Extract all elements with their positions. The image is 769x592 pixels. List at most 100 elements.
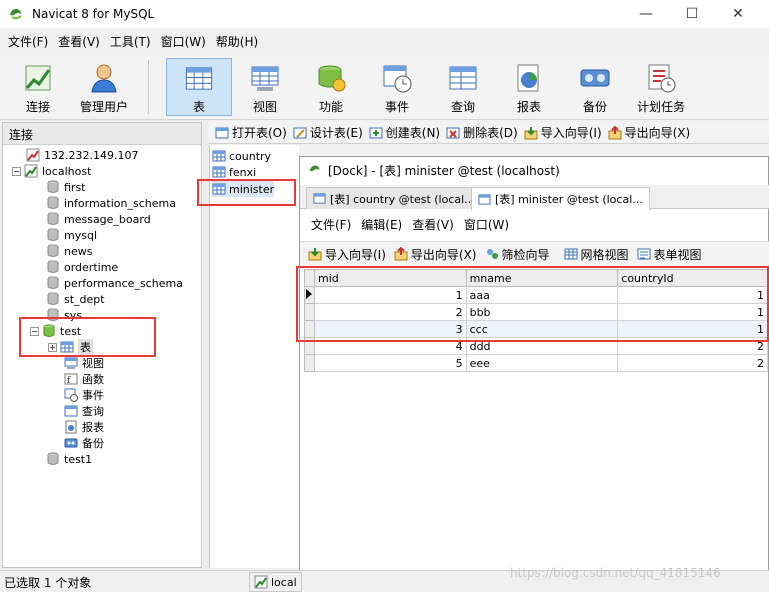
grid-view-button[interactable]: 网格视图 <box>564 246 629 263</box>
dock-tab-strip: [表] country @test (local... [表] minister… <box>300 185 769 210</box>
toolbar-backup-button[interactable]: 备份 <box>562 58 628 116</box>
tree-db-information-schema[interactable]: information_schema <box>46 195 176 211</box>
tree-server[interactable]: 132.232.149.107 <box>26 147 138 163</box>
tree-db-label: first <box>64 180 86 194</box>
toolbar-query-button[interactable]: 查询 <box>430 58 496 116</box>
tree-node-label: 备份 <box>82 437 104 450</box>
database-icon <box>47 180 59 193</box>
table-icon <box>185 67 213 90</box>
dock-menu-file[interactable]: 文件(F) <box>306 216 356 233</box>
toolbar-schedule-button[interactable]: 计划任务 <box>628 58 694 116</box>
tree-test-queries[interactable]: 查询 <box>64 403 104 419</box>
toolbar-query-label: 查询 <box>450 100 475 114</box>
tree-test-views[interactable]: 视图 <box>64 355 104 371</box>
tree-db-label: news <box>64 244 93 258</box>
cell-countryid[interactable]: 2 <box>617 354 768 372</box>
tab-minister[interactable]: [表] minister @test (local... <box>471 187 650 210</box>
navicat-logo-icon <box>309 165 320 172</box>
delete-table-button[interactable]: 删除表(D) <box>446 124 518 141</box>
create-table-button[interactable]: 创建表(N) <box>369 124 440 141</box>
dock-title: [Dock] - [表] minister @test (localhost) <box>328 163 560 178</box>
toolbar-users-button[interactable]: 管理用户 <box>71 58 137 116</box>
tree-node-label: 报表 <box>82 421 104 434</box>
grid-view-label: 网格视图 <box>580 247 629 262</box>
event-icon <box>383 65 412 93</box>
menu-file[interactable]: 文件(F) <box>3 33 53 50</box>
toolbar-report-button[interactable]: 报表 <box>496 58 562 116</box>
tab-country[interactable]: [表] country @test (local... <box>306 187 482 209</box>
menu-window[interactable]: 窗口(W) <box>156 33 211 50</box>
tree-db-mysql[interactable]: mysql <box>46 227 97 243</box>
status-text: 已选取 1 个对象 <box>4 576 92 590</box>
table-icon <box>478 193 491 205</box>
dock-menu-window[interactable]: 窗口(W) <box>459 216 514 233</box>
toolbar-function-button[interactable]: 功能 <box>298 58 364 116</box>
tree-db-message-board[interactable]: message_board <box>46 211 151 227</box>
tree-db-st-dept[interactable]: st_dept <box>46 291 105 307</box>
table-name: country <box>229 149 272 163</box>
table-row[interactable]: 5 eee 2 <box>304 354 768 372</box>
toolbar-table-label: 表 <box>192 100 205 114</box>
minimize-button[interactable]: — <box>623 0 669 28</box>
form-view-label: 表单视图 <box>653 247 702 262</box>
dock-window: [Dock] - [表] minister @test (localhost) … <box>299 156 769 592</box>
export-icon <box>608 125 622 139</box>
menu-view[interactable]: 查看(V) <box>53 33 105 50</box>
open-table-icon <box>215 127 229 138</box>
export-wizard-button[interactable]: 导出向导(X) <box>608 124 690 141</box>
tree-db-ordertime[interactable]: ordertime <box>46 259 118 275</box>
collapse-icon[interactable]: − <box>12 166 21 176</box>
form-view-icon <box>637 248 651 260</box>
maximize-button[interactable]: ☐ <box>669 0 715 28</box>
view-icon <box>64 357 78 369</box>
import-wizard-button[interactable]: 导入向导(I) <box>524 124 602 141</box>
tree-test-backups[interactable]: 备份 <box>64 435 104 451</box>
design-table-icon <box>293 127 307 138</box>
connection-panel-header: 连接 <box>3 123 201 145</box>
toolbar-event-button[interactable]: 事件 <box>364 58 430 116</box>
cell-mname[interactable]: eee <box>465 354 619 372</box>
dock-menu-edit[interactable]: 编辑(E) <box>356 216 407 233</box>
tree-test-reports[interactable]: 报表 <box>64 419 104 435</box>
toolbar-connection-button[interactable]: 连接 <box>5 58 71 116</box>
dock-filter-button[interactable]: 筛检向导 <box>485 246 550 263</box>
toolbar-table-button[interactable]: 表 <box>166 58 232 116</box>
cell-mid[interactable]: 5 <box>313 354 467 372</box>
tree-db-performance-schema[interactable]: performance_schema <box>46 275 183 291</box>
status-connection-label: local <box>271 575 297 589</box>
row-indicator <box>304 354 315 372</box>
toolbar-connection-label: 连接 <box>25 100 50 114</box>
tree-db-label: performance_schema <box>64 276 183 290</box>
report-icon <box>517 64 539 92</box>
create-table-icon <box>369 127 383 138</box>
dock-menu-view[interactable]: 查看(V) <box>407 216 459 233</box>
table-item-country[interactable]: country <box>212 148 271 164</box>
dock-import-button[interactable]: 导入向导(I) <box>308 246 386 263</box>
design-table-button[interactable]: 设计表(E) <box>293 124 363 141</box>
main-toolbar: 连接 管理用户 表 视图 功能 事件 查询 报表 备份 计划任务 <box>0 56 769 120</box>
function-icon: f <box>64 373 78 386</box>
toolbar-view-button[interactable]: 视图 <box>232 58 298 116</box>
tree-test-events[interactable]: 事件 <box>64 387 104 403</box>
query-icon <box>449 66 477 90</box>
form-view-button[interactable]: 表单视图 <box>637 246 702 263</box>
database-icon <box>47 196 59 209</box>
close-button[interactable]: ✕ <box>715 0 761 28</box>
delete-table-icon <box>446 127 460 138</box>
dock-export-button[interactable]: 导出向导(X) <box>394 246 477 263</box>
import-icon <box>524 126 538 139</box>
tree-node-label: 函数 <box>82 373 104 386</box>
database-icon <box>47 276 59 289</box>
tree-db-news[interactable]: news <box>46 243 92 259</box>
database-icon <box>47 292 59 305</box>
tree-db-test1[interactable]: test1 <box>46 451 92 467</box>
tree-localhost[interactable]: − localhost <box>12 163 91 179</box>
menu-tools[interactable]: 工具(T) <box>105 33 156 50</box>
menu-help[interactable]: 帮助(H) <box>211 33 263 50</box>
tree-test-functions[interactable]: f 函数 <box>64 371 104 387</box>
view-icon <box>251 66 279 91</box>
table-item-fenxi[interactable]: fenxi <box>212 164 256 180</box>
backup-icon <box>64 438 78 448</box>
open-table-button[interactable]: 打开表(O) <box>215 124 287 141</box>
tree-db-first[interactable]: first <box>46 179 86 195</box>
